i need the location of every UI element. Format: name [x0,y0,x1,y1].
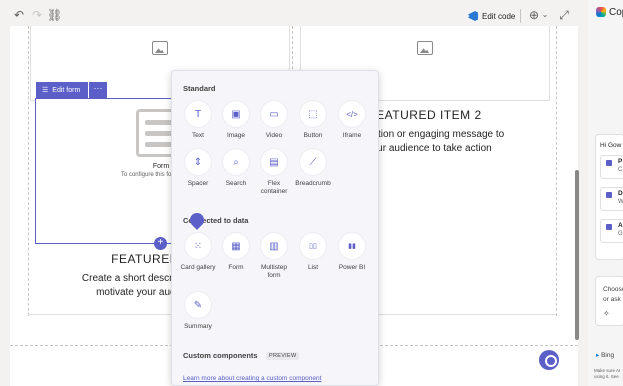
preview-badge: PREVIEW [266,352,300,360]
chevron-down-icon[interactable]: ⌄ [538,8,552,22]
link-icon[interactable]: ⛓ [47,8,62,22]
add-component-panel: Standard T Text ▣ Image ▭ Video ⬚ Button… [171,70,379,386]
copilot-suggestion[interactable]: A G [600,219,623,243]
video-icon: ▭ [261,101,287,127]
copilot-suggestion[interactable]: D W [600,187,623,211]
standard-section-title: Standard [183,84,216,93]
copilot-disclaimer: Make sure AI using it. See [594,368,621,379]
form-component[interactable]: Form To configure this form, choose [35,98,201,244]
section-guide [28,26,29,316]
component-multistep-form[interactable]: ▥ Multistep form [256,233,292,280]
copilot-prompt-placeholder: Choose or ask [603,286,623,303]
image-icon [152,41,168,55]
component-list[interactable]: ▯▯ List [295,233,331,272]
sparkle-icon[interactable]: ✧ [603,309,610,318]
component-video[interactable]: ▭ Video [256,101,292,140]
suggestion-icon [606,192,612,198]
component-search[interactable]: ⌕ Search [218,149,254,188]
breadcrumb-icon: ⟋ [300,149,326,175]
component-summary[interactable]: ✎ Summary [180,292,216,331]
copilot-greeting: Hi Gow [600,142,622,149]
component-form[interactable]: ▦ Form [218,233,254,272]
custom-components-title: Custom components [183,351,258,360]
copilot-suggestion[interactable]: P C [600,155,623,179]
component-spacer[interactable]: ⇕ Spacer [180,149,216,188]
suggestion-icon [606,224,612,230]
vscode-icon [468,11,478,21]
spacer-icon: ⇕ [185,149,211,175]
add-component-button[interactable]: + [154,237,167,250]
edit-code-label: Edit code [482,11,516,21]
flex-container-icon: ▤ [261,149,287,175]
component-button[interactable]: ⬚ Button [295,101,331,140]
summary-icon: ✎ [185,292,211,318]
multistep-form-icon: ▥ [261,233,287,259]
component-flex-container[interactable]: ▤ Flex container [256,149,292,196]
text-icon: T [185,101,211,127]
copilot-fab-button[interactable] [539,350,559,370]
scrollbar[interactable] [575,170,579,340]
list-icon: ▯▯ [300,233,326,259]
search-icon: ⌕ [223,149,249,175]
copilot-title: Cop [609,7,623,18]
toolbar-divider [520,9,521,23]
component-iframe[interactable]: </> Iframe [334,101,370,140]
bing-label: ▸ Bing [596,352,615,359]
image-icon: ▣ [223,101,249,127]
learn-more-link[interactable]: Learn more about creating a custom compo… [183,375,321,382]
form-icon: ▦ [223,233,249,259]
section-guide [556,26,557,316]
more-options-button[interactable]: ··· [89,82,107,98]
component-power-bi[interactable]: ▮▮ Power BI [334,233,370,272]
redo-icon[interactable]: ↷ [30,8,44,22]
edit-form-label: Edit form [52,86,81,94]
undo-icon[interactable]: ↶ [12,8,26,22]
button-icon: ⬚ [300,101,326,127]
expand-icon[interactable]: ⤢ [557,8,571,22]
component-text[interactable]: T Text [180,101,216,140]
image-icon [417,41,433,55]
suggestion-icon [606,160,612,166]
power-bi-icon: ▮▮ [339,233,365,259]
iframe-icon: </> [339,101,365,127]
component-card-gallery[interactable]: ⁙ Card gallery [180,233,216,272]
component-breadcrumb[interactable]: ⟋ Breadcrumb [292,149,334,188]
component-image[interactable]: ▣ Image [218,101,254,140]
bing-icon: ▸ [596,352,600,359]
edit-code-button[interactable]: Edit code [468,7,518,25]
copilot-logo-icon [596,7,606,17]
edit-form-button[interactable]: ☰ Edit form [36,82,88,98]
settings-list-icon: ☰ [42,87,49,94]
card-gallery-icon: ⁙ [185,233,211,259]
